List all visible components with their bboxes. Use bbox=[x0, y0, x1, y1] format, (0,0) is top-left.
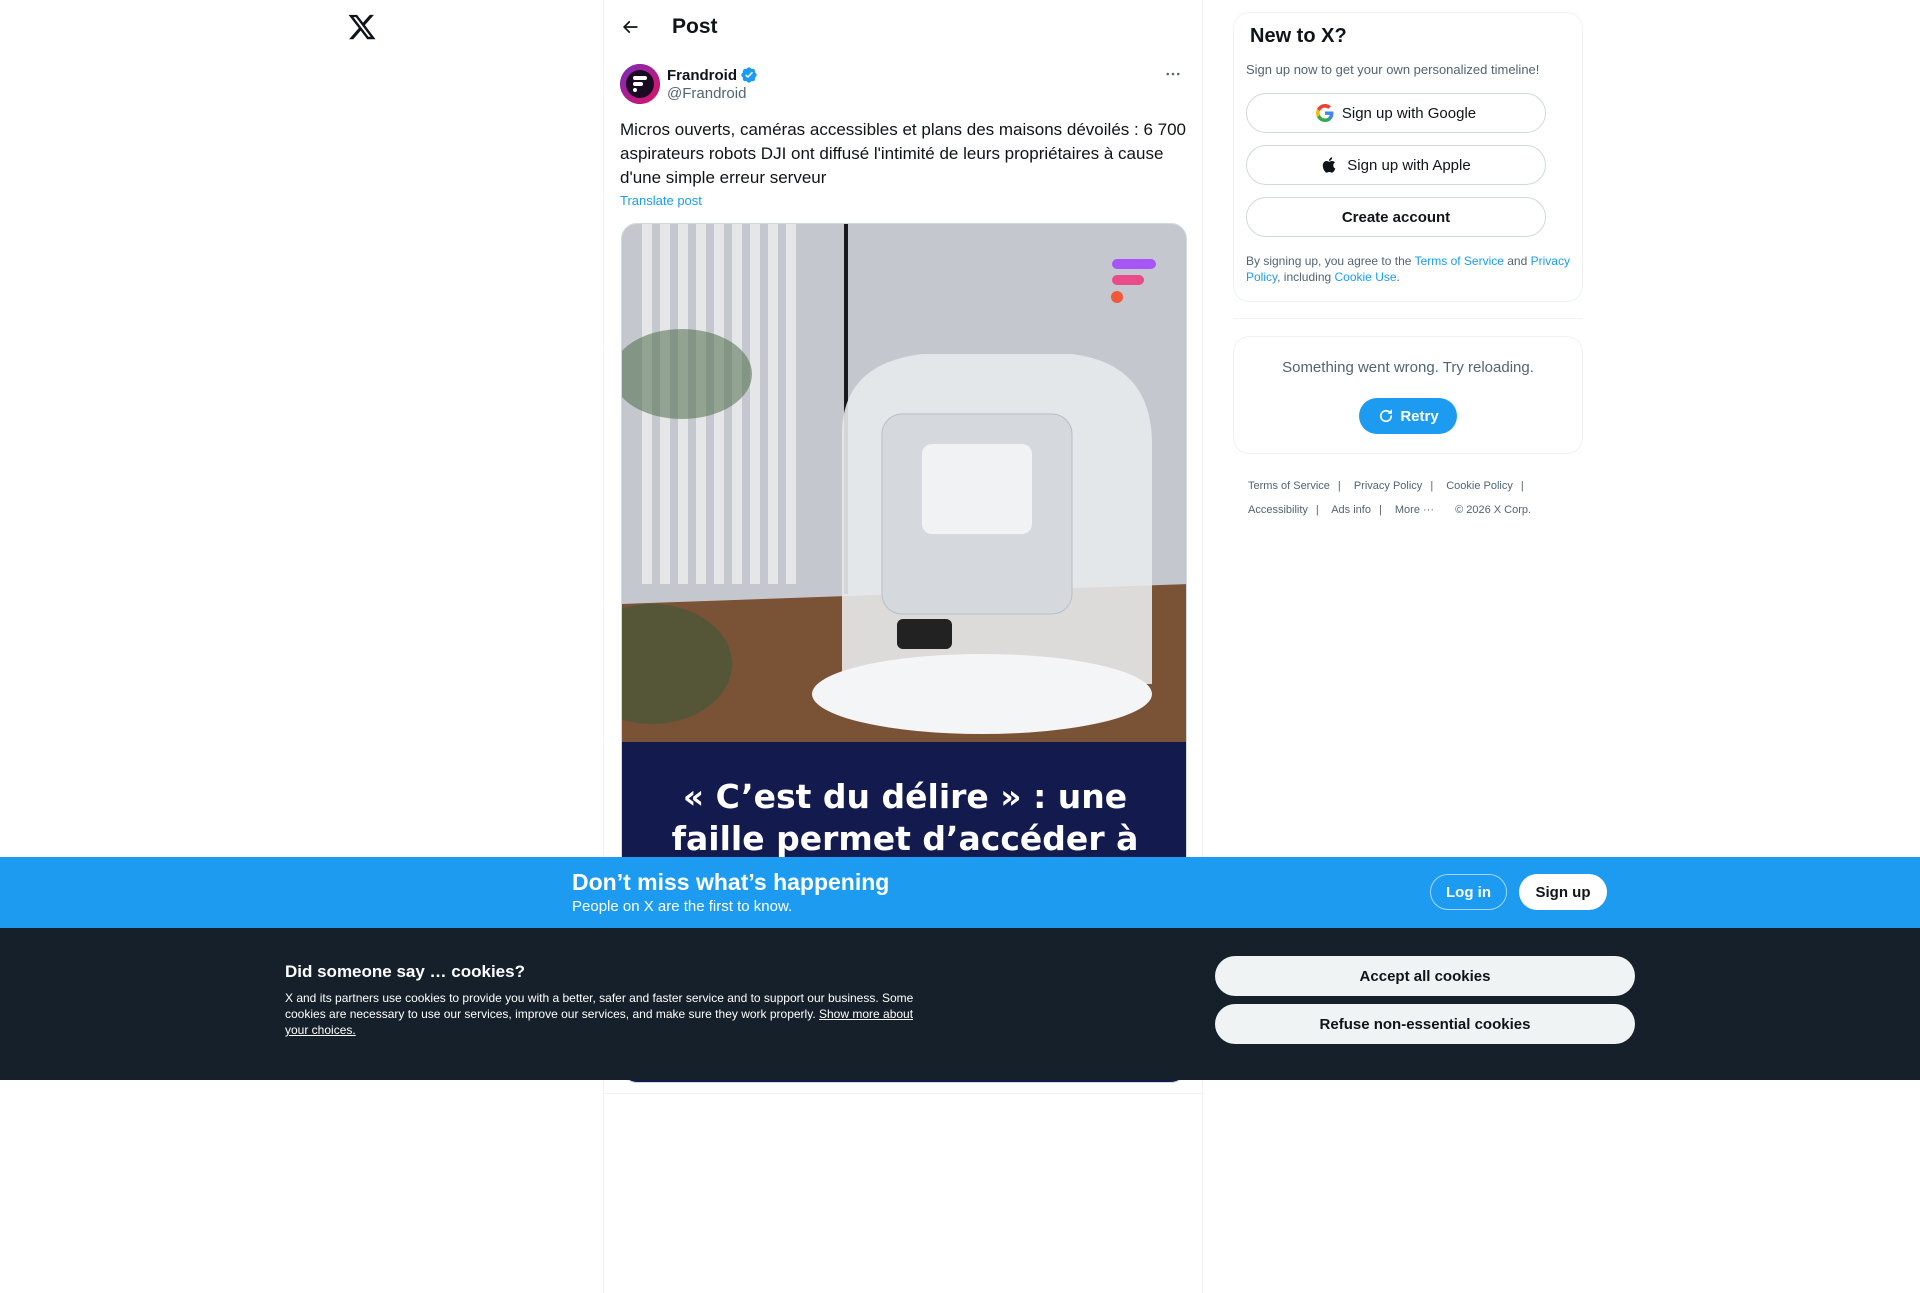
retry-button[interactable]: Retry bbox=[1359, 398, 1457, 434]
avatar[interactable] bbox=[620, 64, 660, 104]
terms-link[interactable]: Terms of Service bbox=[1415, 254, 1504, 268]
accept-cookies-button[interactable]: Accept all cookies bbox=[1215, 956, 1635, 996]
x-logo-icon[interactable] bbox=[347, 12, 377, 42]
verified-badge-icon bbox=[740, 66, 758, 84]
login-prompt-subtitle: People on X are the first to know. bbox=[572, 898, 793, 915]
signup-legal-text: By signing up, you agree to the Terms of… bbox=[1246, 253, 1576, 285]
footer-link-ads[interactable]: Ads info bbox=[1331, 504, 1371, 516]
footer-link-accessibility[interactable]: Accessibility bbox=[1248, 504, 1308, 516]
signup-apple-label: Sign up with Apple bbox=[1347, 156, 1471, 174]
signup-button[interactable]: Sign up bbox=[1519, 874, 1607, 910]
footer-link-terms[interactable]: Terms of Service bbox=[1248, 480, 1330, 492]
create-account-button[interactable]: Create account bbox=[1246, 197, 1546, 237]
legal-including: , including bbox=[1277, 270, 1335, 284]
cookie-body: X and its partners use cookies to provid… bbox=[285, 990, 925, 1038]
post-text: Micros ouverts, caméras accessibles et p… bbox=[620, 120, 1186, 187]
divider bbox=[604, 1093, 1204, 1094]
footer-link-more[interactable]: More ··· bbox=[1395, 504, 1434, 516]
legal-and: and bbox=[1503, 254, 1531, 268]
post-photo bbox=[622, 224, 1186, 742]
post-header: Post bbox=[620, 12, 718, 42]
login-prompt-bar: Don’t miss what’s happening People on X … bbox=[0, 857, 1920, 928]
legal-prefix: By signing up, you agree to the bbox=[1246, 254, 1415, 268]
cookie-banner: Did someone say … cookies? X and its par… bbox=[0, 928, 1920, 1080]
google-icon bbox=[1315, 104, 1334, 122]
footer-link-cookie[interactable]: Cookie Policy bbox=[1446, 480, 1513, 492]
signup-google-button[interactable]: Sign up with Google bbox=[1246, 93, 1546, 133]
signup-subtitle: Sign up now to get your own personalized… bbox=[1246, 62, 1540, 77]
legal-end: . bbox=[1396, 270, 1400, 284]
signup-apple-button[interactable]: Sign up with Apple bbox=[1246, 145, 1546, 185]
author-handle[interactable]: @Frandroid bbox=[667, 85, 758, 102]
more-dots-icon[interactable] bbox=[1158, 64, 1188, 84]
cookie-use-link[interactable]: Cookie Use bbox=[1335, 270, 1397, 284]
main-column: Post Frandroid @Frandroid Micros ouverts… bbox=[603, 0, 1204, 1293]
post-author: Frandroid @Frandroid bbox=[620, 64, 1188, 104]
author-name[interactable]: Frandroid bbox=[667, 67, 737, 84]
refresh-icon bbox=[1377, 407, 1395, 425]
retry-label: Retry bbox=[1400, 407, 1439, 425]
arrow-left-icon[interactable] bbox=[620, 17, 640, 37]
signup-panel: New to X? Sign up now to get your own pe… bbox=[1233, 12, 1583, 302]
footer-links: Terms of Service | Privacy Policy | Cookie… bbox=[1248, 480, 1532, 516]
error-message: Something went wrong. Try reloading. bbox=[1282, 359, 1534, 376]
apple-icon bbox=[1321, 156, 1339, 174]
refuse-cookies-button[interactable]: Refuse non-essential cookies bbox=[1215, 1004, 1635, 1044]
login-button[interactable]: Log in bbox=[1430, 874, 1507, 910]
error-panel: Something went wrong. Try reloading. Ret… bbox=[1233, 336, 1583, 454]
footer-link-privacy[interactable]: Privacy Policy bbox=[1354, 480, 1422, 492]
signup-google-label: Sign up with Google bbox=[1341, 104, 1477, 122]
login-prompt-title: Don’t miss what’s happening bbox=[572, 869, 890, 895]
divider bbox=[1233, 318, 1583, 319]
footer-copyright: © 2026 X Corp. bbox=[1455, 504, 1532, 516]
translate-post-link[interactable]: Translate post bbox=[620, 193, 702, 208]
page-title: Post bbox=[672, 15, 718, 38]
author-info: Frandroid @Frandroid bbox=[667, 66, 758, 102]
cookie-title: Did someone say … cookies? bbox=[285, 962, 525, 981]
signup-title: New to X? bbox=[1250, 25, 1347, 47]
